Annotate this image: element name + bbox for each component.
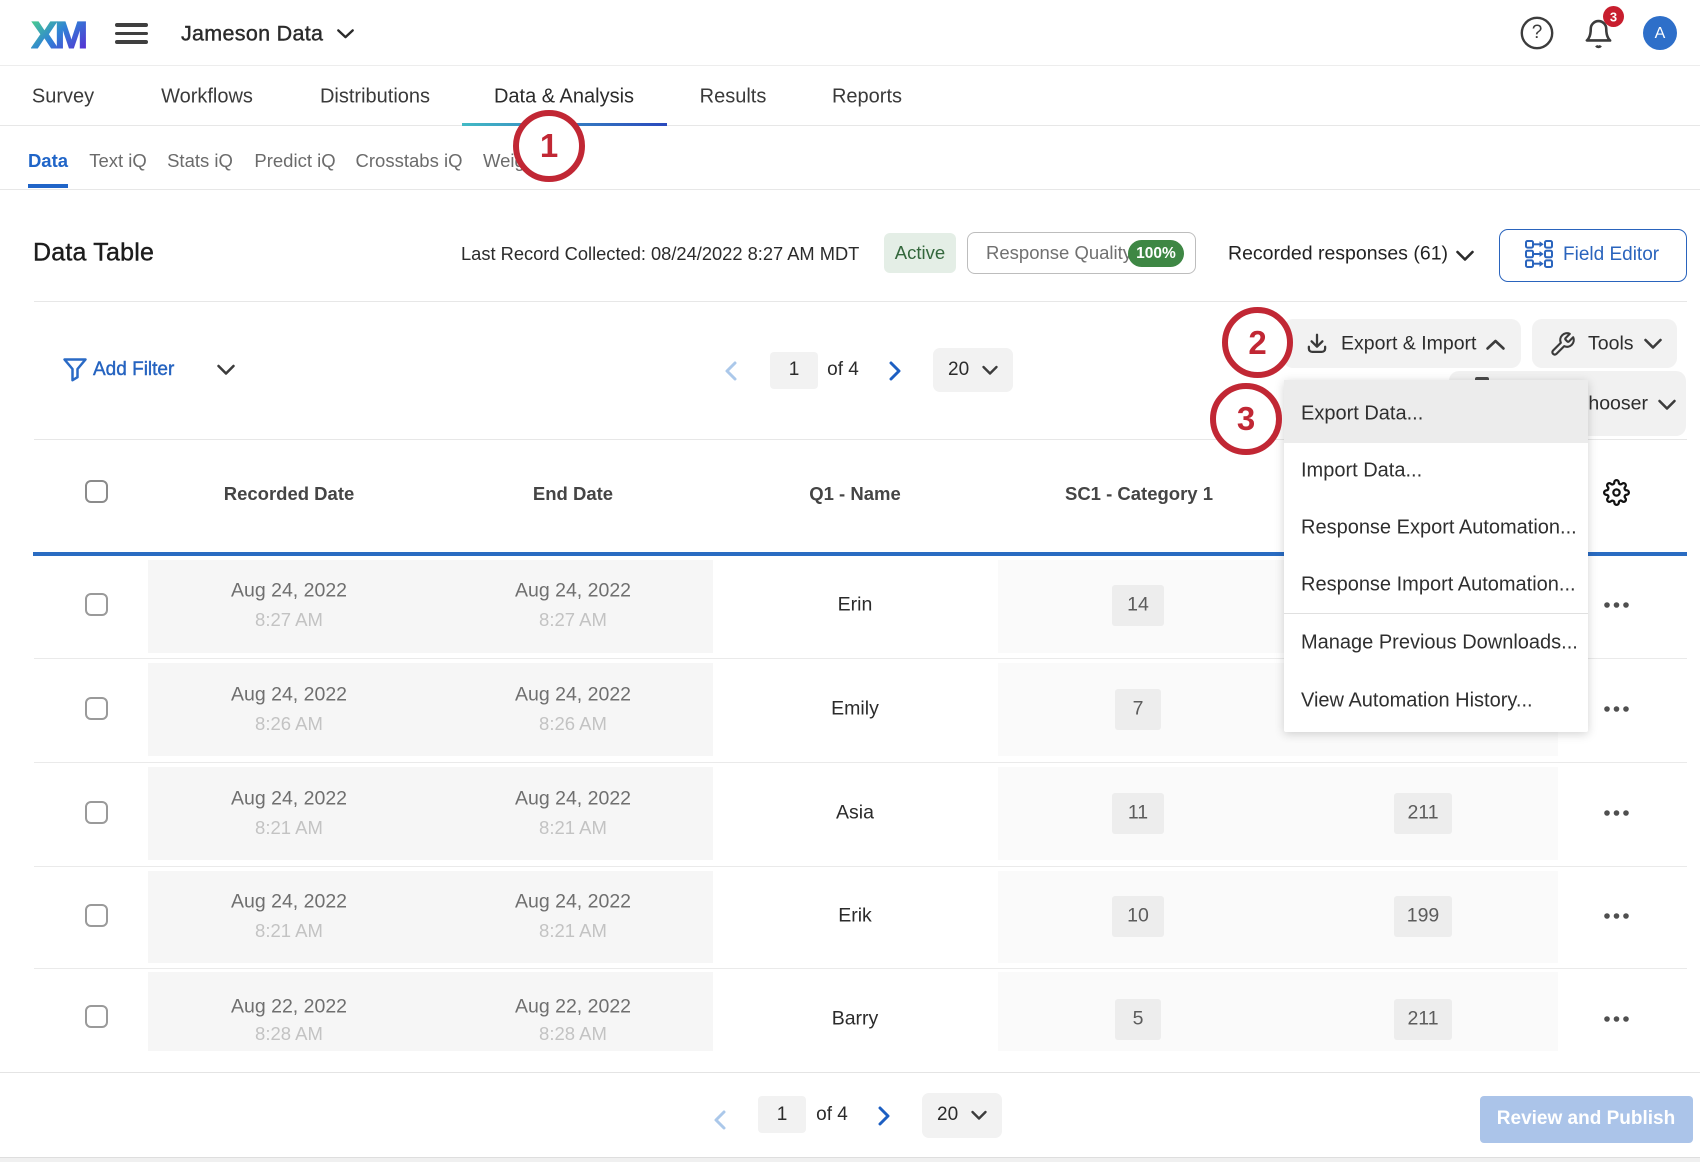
svg-text:XM: XM: [31, 15, 86, 55]
